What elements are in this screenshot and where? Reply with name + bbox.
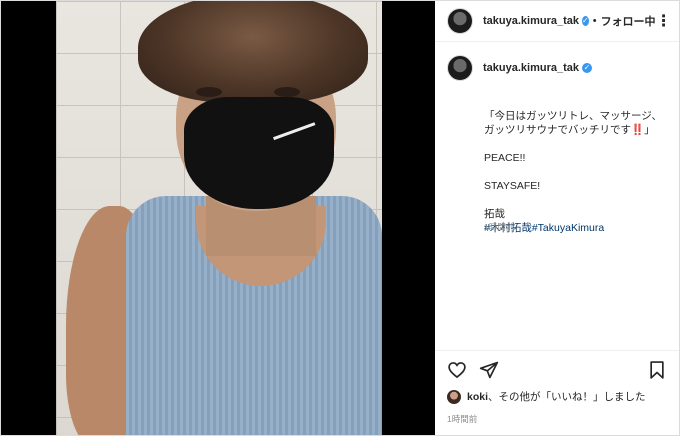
photo-face-mask (184, 97, 334, 209)
action-bar (435, 350, 679, 389)
avatar[interactable] (447, 55, 473, 81)
caption-area: takuya.kimura_tak ✓ 「今日はガッツリトレ、マッサージ、 ガッ… (435, 43, 679, 349)
separator-dot: • (592, 15, 597, 27)
avatar[interactable] (447, 8, 473, 34)
caption-header: takuya.kimura_tak ✓ (435, 43, 679, 81)
header-username[interactable]: takuya.kimura_tak (483, 15, 579, 27)
send-icon[interactable] (479, 360, 499, 380)
verified-badge-icon: ✓ (582, 63, 592, 73)
photo-hair (138, 1, 368, 103)
following-button[interactable]: フォロー中 (601, 13, 656, 29)
more-options-icon[interactable]: ⋮ (656, 11, 672, 31)
post-timestamp: 1時間前 (447, 414, 478, 424)
caption-body: 「今日はガッツリトレ、マッサージ、 ガッツリサウナでバッチリです‼️」 PEAC… (484, 110, 662, 220)
liker-avatar[interactable] (447, 389, 461, 404)
liker-name[interactable]: koki (467, 391, 488, 403)
caption-username[interactable]: takuya.kimura_tak (483, 62, 579, 74)
photo-eye-left (196, 87, 222, 97)
likes-summary[interactable]: koki 、その他が「いいね！」しました (447, 389, 646, 404)
post-sidebar: takuya.kimura_tak ✓ • フォロー中 ⋮ takuya.kim… (435, 1, 679, 435)
photo-eye-right (274, 87, 300, 97)
post-media-pane (1, 1, 435, 435)
heart-icon[interactable] (447, 360, 467, 380)
post-header: takuya.kimura_tak ✓ • フォロー中 ⋮ (435, 1, 679, 42)
verified-badge-icon: ✓ (582, 16, 589, 26)
caption-timestamp: 1時間前 (484, 222, 515, 232)
bookmark-icon[interactable] (647, 360, 667, 380)
post-photo[interactable] (56, 1, 382, 435)
likes-text: 、その他が「いいね！」しました (488, 391, 646, 403)
